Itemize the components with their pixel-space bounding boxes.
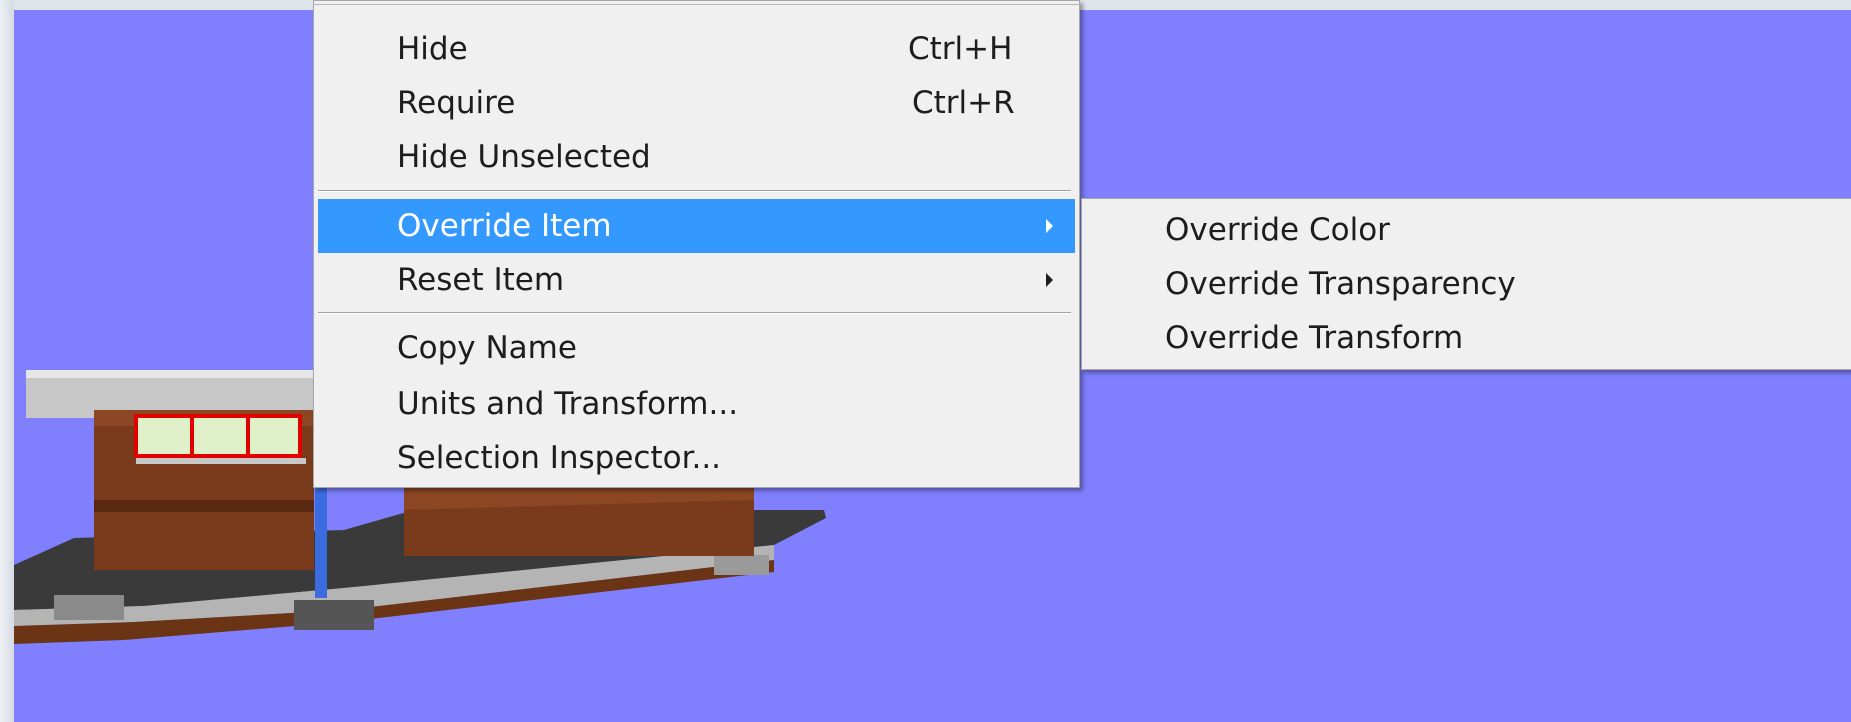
menu-separator — [318, 190, 1071, 192]
ground-support — [294, 600, 374, 630]
wall-block-left-shadow — [94, 500, 314, 512]
menu-item-label: Selection Inspector... — [397, 440, 722, 476]
menu-item-label: Override Color — [1165, 212, 1390, 248]
window-mullion — [190, 414, 194, 458]
menu-top-separator — [314, 4, 1079, 5]
menu-item-label: Hide — [397, 31, 468, 67]
submenu-override-item: Override Color Override Transparency Ove… — [1081, 198, 1851, 370]
menu-item-label: Override Transparency — [1165, 266, 1516, 302]
menu-item-require[interactable]: Require Ctrl+R — [318, 76, 1075, 130]
menu-item-shortcut: Ctrl+R — [912, 85, 1015, 121]
window-mullion — [134, 454, 302, 458]
window-frame[interactable] — [134, 414, 302, 458]
window-mullion — [134, 414, 138, 458]
menu-item-hide[interactable]: Hide Ctrl+H — [318, 22, 1075, 76]
menu-item-override-item[interactable]: Override Item — [318, 199, 1075, 253]
menu-item-label: Require — [397, 85, 516, 121]
submenu-item-override-color[interactable]: Override Color — [1086, 203, 1851, 257]
submenu-item-override-transparency[interactable]: Override Transparency — [1086, 257, 1851, 311]
menu-item-hide-unselected[interactable]: Hide Unselected — [318, 130, 1075, 184]
menu-item-units-and-transform[interactable]: Units and Transform... — [318, 377, 1075, 431]
menu-item-label: Override Transform — [1165, 320, 1464, 356]
menu-item-selection-inspector[interactable]: Selection Inspector... — [318, 431, 1075, 485]
roof-slab-top — [26, 370, 334, 378]
menu-item-reset-item[interactable]: Reset Item — [318, 253, 1075, 307]
blue-column[interactable] — [315, 488, 327, 598]
submenu-arrow-icon — [1046, 219, 1053, 233]
window-mullion — [298, 414, 302, 458]
menu-item-shortcut: Ctrl+H — [908, 31, 1013, 67]
window-mullion — [246, 414, 250, 458]
window-edge — [0, 0, 14, 722]
menu-item-label: Reset Item — [397, 262, 565, 298]
ground-support — [54, 595, 124, 620]
menu-item-label: Hide Unselected — [397, 139, 651, 175]
context-menu: Hide Ctrl+H Require Ctrl+R Hide Unselect… — [313, 0, 1080, 488]
submenu-item-override-transform[interactable]: Override Transform — [1086, 311, 1851, 365]
menu-item-label: Units and Transform... — [397, 386, 739, 422]
window-sill — [136, 458, 306, 464]
window-mullion — [134, 414, 302, 418]
menu-item-label: Override Item — [397, 208, 612, 244]
menu-item-copy-name[interactable]: Copy Name — [318, 321, 1075, 375]
submenu-arrow-icon — [1046, 273, 1053, 287]
menu-separator — [318, 312, 1071, 314]
ground-support — [714, 555, 769, 575]
menu-item-label: Copy Name — [397, 330, 577, 366]
